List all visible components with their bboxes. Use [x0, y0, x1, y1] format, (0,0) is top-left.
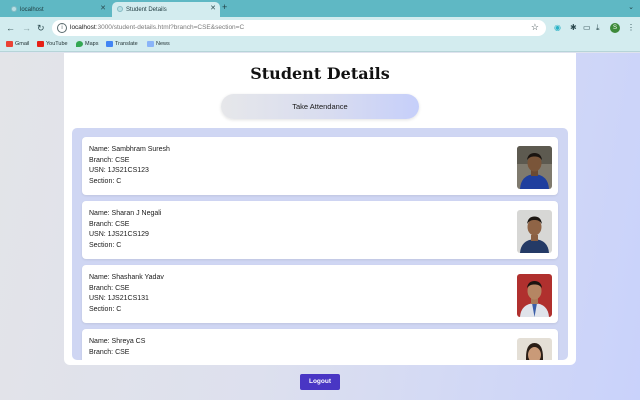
youtube-icon [37, 41, 44, 47]
new-tab-icon[interactable]: + [222, 2, 227, 12]
close-tab-icon[interactable]: ✕ [210, 4, 216, 12]
extension-icon[interactable]: ◉ [554, 22, 561, 34]
student-photo [517, 274, 552, 317]
maps-icon [76, 41, 83, 47]
download-icon[interactable]: ⤓ [596, 22, 600, 34]
student-info: Name: Shreya CS Branch: CSE [89, 337, 145, 358]
student-photo [517, 338, 552, 360]
bookmark-youtube[interactable]: YouTube [37, 41, 68, 47]
student-info: Name: Shashank Yadav Branch: CSE USN: 1J… [89, 273, 164, 316]
student-branch: Branch: CSE [89, 284, 130, 292]
tab-localhost[interactable]: localhost ✕ [6, 2, 110, 17]
profile-avatar[interactable]: S [610, 23, 620, 33]
student-info: Name: Sharan J Negali Branch: CSE USN: 1… [89, 209, 161, 252]
student-info: Name: Sambhram Suresh Branch: CSE USN: 1… [89, 145, 170, 188]
page-viewport: Student Details Take Attendance Name: Sa… [0, 53, 640, 400]
student-usn: USN: 1JS21CS123 [89, 167, 149, 175]
translate-icon [106, 41, 113, 47]
globe-icon [11, 6, 17, 12]
globe-icon [117, 6, 123, 12]
student-card: Name: Shashank Yadav Branch: CSE USN: 1J… [82, 265, 558, 323]
browser-toolbar: ← → ↻ i localhost:3000/student-details.h… [0, 17, 640, 39]
tab-label: Student Details [126, 6, 167, 13]
gmail-icon [6, 41, 13, 47]
student-details-card: Student Details Take Attendance Name: Sa… [64, 53, 576, 365]
page-title: Student Details [250, 64, 390, 83]
forward-icon[interactable]: → [22, 21, 31, 35]
tab-label: localhost [20, 6, 44, 13]
url-text: localhost:3000/student-details.html?bran… [70, 24, 245, 31]
student-section: Section: C [89, 178, 122, 186]
student-section: Section: C [89, 242, 122, 250]
browser-tab-bar: localhost ✕ Student Details ✕ + ⌄ [0, 0, 640, 17]
back-icon[interactable]: ← [6, 21, 15, 35]
close-tab-icon[interactable]: ✕ [100, 4, 106, 12]
student-branch: Branch: CSE [89, 156, 130, 164]
extensions-puzzle-icon[interactable]: ✱ [570, 22, 577, 34]
student-section: Section: C [89, 306, 122, 314]
bookmark-translate[interactable]: Translate [106, 41, 138, 47]
bookmark-star-icon[interactable]: ☆ [531, 22, 539, 33]
student-name: Name: Sharan J Negali [89, 210, 162, 217]
take-attendance-button[interactable]: Take Attendance [221, 94, 419, 119]
reload-icon[interactable]: ↻ [37, 21, 45, 35]
site-info-icon[interactable]: i [57, 23, 67, 33]
student-usn: USN: 1JS21CS129 [89, 231, 149, 239]
student-name: Name: Shreya CS [89, 338, 146, 345]
address-bar[interactable]: i localhost:3000/student-details.html?br… [52, 20, 546, 36]
student-branch: Branch: CSE [89, 348, 130, 356]
menu-kebab-icon[interactable]: ⋮ [627, 22, 635, 34]
bookmark-maps[interactable]: Maps [76, 41, 98, 47]
student-card: Name: Sambhram Suresh Branch: CSE USN: 1… [82, 137, 558, 195]
tab-student-details[interactable]: Student Details ✕ [112, 2, 220, 17]
student-card: Name: Sharan J Negali Branch: CSE USN: 1… [82, 201, 558, 259]
student-branch: Branch: CSE [89, 220, 130, 228]
student-name: Name: Sambhram Suresh [89, 146, 170, 153]
student-usn: USN: 1JS21CS131 [89, 295, 149, 303]
bookmark-gmail[interactable]: Gmail [6, 41, 29, 47]
student-photo [517, 146, 552, 189]
student-card: Name: Shreya CS Branch: CSE [82, 329, 558, 360]
bookmark-news[interactable]: News [147, 41, 170, 47]
logout-button[interactable]: Logout [300, 374, 340, 390]
news-icon [147, 41, 154, 47]
bookmarks-bar: Gmail YouTube Maps Translate News [0, 39, 640, 52]
side-panel-icon[interactable]: ▭ [583, 22, 591, 34]
student-list[interactable]: Name: Sambhram Suresh Branch: CSE USN: 1… [72, 128, 568, 360]
tab-search-icon[interactable]: ⌄ [628, 3, 634, 11]
student-photo [517, 210, 552, 253]
student-name: Name: Shashank Yadav [89, 274, 164, 281]
